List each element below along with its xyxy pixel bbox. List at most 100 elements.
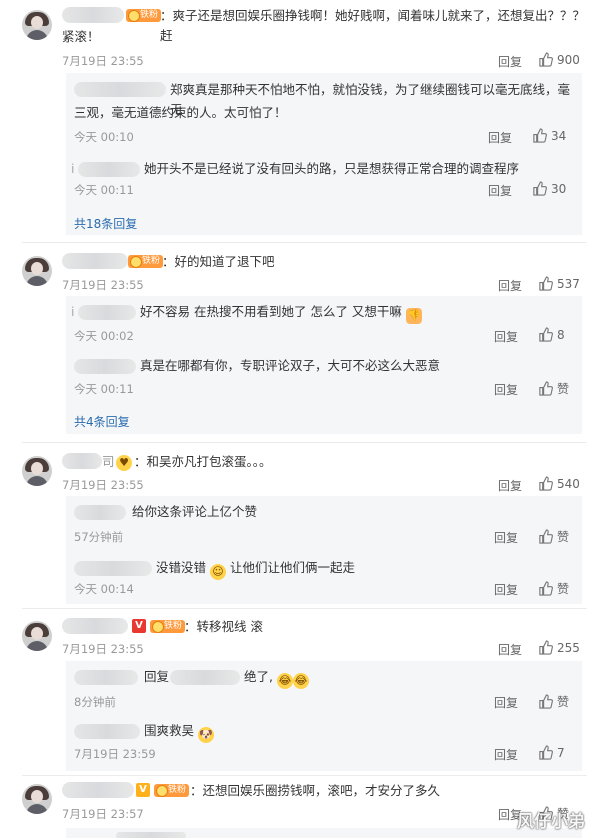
replies-box: 回复 绝了, 😂 😂 8分钟前 回复 赞 围爽救吴 🐶 7月19日 23:59 回… [66,661,582,771]
username-blurred[interactable] [62,782,134,798]
like-button[interactable]: 540 [538,476,580,491]
username-blurred[interactable] [62,7,124,23]
laugh-cry-emoji-icon: 😂 [292,673,309,689]
like-button[interactable]: 赞 [538,380,569,397]
reply-prefix: i [71,304,75,319]
reply-button[interactable]: 回复 [498,277,522,294]
like-count: 540 [557,476,580,491]
like-button[interactable]: 255 [538,640,580,655]
reply-time: 今天 00:02 [74,329,134,343]
verified-v-icon: V [132,619,146,633]
thumbs-up-icon [539,52,553,67]
reply-text: 她开头不是已经说了没有回头的路，只是想获得正常合理的调查程序 [144,161,520,176]
reply-button[interactable]: 回复 [498,53,522,70]
reply-time: 57分钟前 [74,530,124,544]
more-replies-link[interactable]: 共18条回复 [74,215,137,232]
reply-text-after: 让他们让他们俩一起走 [229,560,355,575]
reply-username-blurred[interactable] [74,359,136,374]
comment-text: ：还想回娱乐圈捞钱啊，滚吧，才安分了多久 [190,783,441,798]
avatar[interactable] [22,784,52,814]
reply-button[interactable]: 回复 [498,477,522,494]
like-count: 赞 [557,382,570,396]
like-button[interactable]: 537 [538,276,580,291]
username-blurred[interactable] [62,253,128,269]
like-button[interactable]: 8 [538,327,565,342]
like-button[interactable]: 赞 [538,528,569,545]
reply-time: 今天 00:11 [74,183,134,197]
comment-time: 7月19日 23:55 [62,278,144,292]
comment-text-line2: 紧滚！ [62,29,100,44]
reply-time: 7月19日 23:59 [74,747,156,761]
divider [22,775,587,776]
reply-target-blurred[interactable] [170,670,240,685]
divider [22,242,587,243]
reply-text: 围爽救吴 🐶 [144,721,214,743]
comment-text: ：爽子还是想回娱乐圈挣钱啊！她好贱啊，闻着味儿就来了，还想复出？？？赶 [160,8,586,43]
avatar[interactable] [22,256,52,286]
fan-badge: 铁粉 [128,255,164,268]
replies-box-partial [66,828,582,838]
like-count: 赞 [557,582,570,596]
like-count: 537 [557,276,580,291]
like-count: 34 [551,128,567,143]
like-button[interactable]: 赞 [538,693,569,710]
reply-button[interactable]: 回复 [494,328,518,345]
divider [22,608,587,609]
like-button[interactable]: 900 [538,52,580,67]
thumbs-up-icon [533,128,547,143]
like-button[interactable]: 30 [532,181,566,196]
thumbs-up-icon [539,640,553,655]
username-tail[interactable]: 司 [102,452,115,472]
comment-time: 7月19日 23:57 [62,807,144,821]
fan-heart-icon: ♥ [116,455,132,471]
reply-button[interactable]: 回复 [494,381,518,398]
reply-username-blurred[interactable] [74,561,152,576]
reply-text-content: 围爽救吴 [144,723,195,738]
reply-text-content: 好不容易 在热搜不用看到她了 怎么了 又想干嘛 [140,304,402,319]
avatar[interactable] [22,621,52,651]
fan-badge: 铁粉 [126,9,162,22]
reply-button[interactable]: 回复 [494,581,518,598]
reply-username-blurred[interactable] [74,505,126,520]
reply-button[interactable]: 回复 [494,529,518,546]
reply-button[interactable]: 回复 [488,129,512,146]
reply-username-blurred[interactable] [74,670,138,685]
reply-username-blurred[interactable] [116,832,186,838]
like-count: 赞 [557,530,570,544]
comment-time: 7月19日 23:55 [62,54,144,68]
reply-button[interactable]: 回复 [494,746,518,763]
reply-time: 今天 00:11 [74,382,134,396]
like-count: 900 [557,52,580,67]
replies-box: 给你这条评论上亿个赞 57分钟前 回复 赞 没错没错 ☺ 让他们让他们俩一起走 … [66,496,582,604]
avatar[interactable] [22,456,52,486]
like-button[interactable]: 34 [532,128,566,143]
thumbs-up-icon [539,476,553,491]
like-button[interactable]: 7 [538,745,565,760]
comment-time: 7月19日 23:55 [62,478,144,492]
replies-box: i 好不容易 在热搜不用看到她了 怎么了 又想干嘛 👎 今天 00:02 回复 … [66,296,582,434]
comment-text: ：好的知道了退下吧 [162,254,275,269]
username-blurred[interactable] [62,618,128,634]
reply-username-blurred[interactable] [78,305,136,320]
more-replies-link[interactable]: 共4条回复 [74,413,130,430]
reply-username-blurred[interactable] [74,82,166,97]
avatar[interactable] [22,10,52,40]
reply-to-label: 回复 [144,669,170,684]
thumbs-up-icon [539,327,553,342]
reply-button[interactable]: 回复 [488,182,512,199]
reply-button[interactable]: 回复 [498,641,522,658]
like-count: 8 [557,327,565,342]
reply-time: 今天 00:14 [74,582,134,596]
reply-time: 8分钟前 [74,695,116,709]
reply-prefix: i [71,161,75,176]
reply-text: 真是在哪都有你，专职评论双子，大可不必这么大恶意 [140,358,441,373]
reply-text-line2: 三观，毫无道德约束的人。太可怕了！ [74,105,287,120]
reply-text: 好不容易 在热搜不用看到她了 怎么了 又想干嘛 👎 [140,302,422,324]
thumbs-up-icon [539,381,553,396]
reply-username-blurred[interactable] [74,724,140,739]
reply-button[interactable]: 回复 [494,694,518,711]
reply-text: 给你这条评论上亿个赞 [132,504,258,519]
username-blurred[interactable] [62,453,102,469]
reply-username-blurred[interactable] [78,162,140,177]
like-button[interactable]: 赞 [538,580,569,597]
